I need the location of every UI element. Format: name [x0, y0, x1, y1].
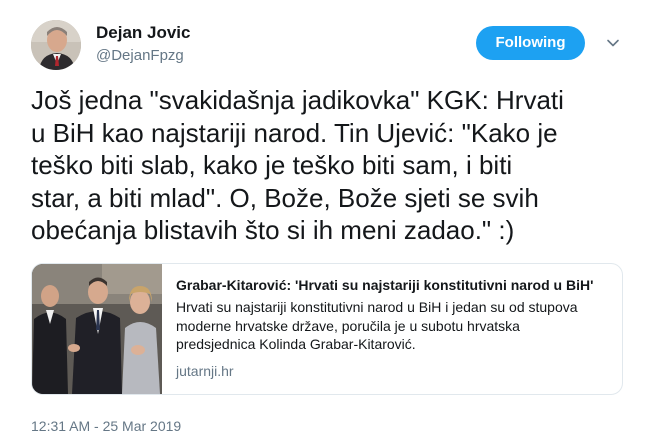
author-handle[interactable]: @DejanFpzg: [96, 47, 184, 64]
tweet-text-line: Još jedna "svakidašnja jadikovka" KGK: H…: [31, 85, 564, 115]
card-description-line: moderne hrvatske države, poručila je u s…: [176, 317, 520, 334]
tweet-text-line: u BiH kao najstariji narod. Tin Ujević: …: [31, 117, 558, 148]
card-thumbnail: [32, 264, 162, 394]
card-description-line: predsjednica Kolinda Grabar-Kitarović.: [176, 336, 416, 352]
timestamp[interactable]: 12:31 AM - 25 Mar 2019: [31, 418, 181, 434]
avatar[interactable]: [31, 20, 81, 70]
tweet-text: Još jedna "svakidašnja jadikovka" KGK: H…: [31, 84, 631, 247]
tweet-text-line: star, a biti mlad". O, Bože, Bože sjeti …: [31, 182, 539, 213]
card-title[interactable]: Grabar-Kitarović: 'Hrvati su najstariji …: [176, 277, 616, 293]
following-button[interactable]: Following: [476, 26, 585, 60]
tweet-text-line: teško biti slab, kako je teško biti sam,…: [31, 150, 513, 180]
card-description: Hrvati su najstariji konstitutivni narod…: [176, 298, 616, 354]
tweet: Dejan Jovic @DejanFpzg Following Još jed…: [0, 0, 647, 447]
card-description-line: Hrvati su najstariji konstitutivni narod…: [176, 299, 578, 315]
card-domain: jutarnji.hr: [176, 363, 234, 379]
link-card[interactable]: Grabar-Kitarović: 'Hrvati su najstariji …: [31, 263, 623, 395]
chevron-down-icon[interactable]: [606, 36, 620, 50]
author-name[interactable]: Dejan Jovic: [96, 23, 191, 43]
tweet-text-line: obećanja blistavih što si ih meni zadao.…: [31, 215, 515, 245]
avatar-photo: [31, 20, 81, 70]
